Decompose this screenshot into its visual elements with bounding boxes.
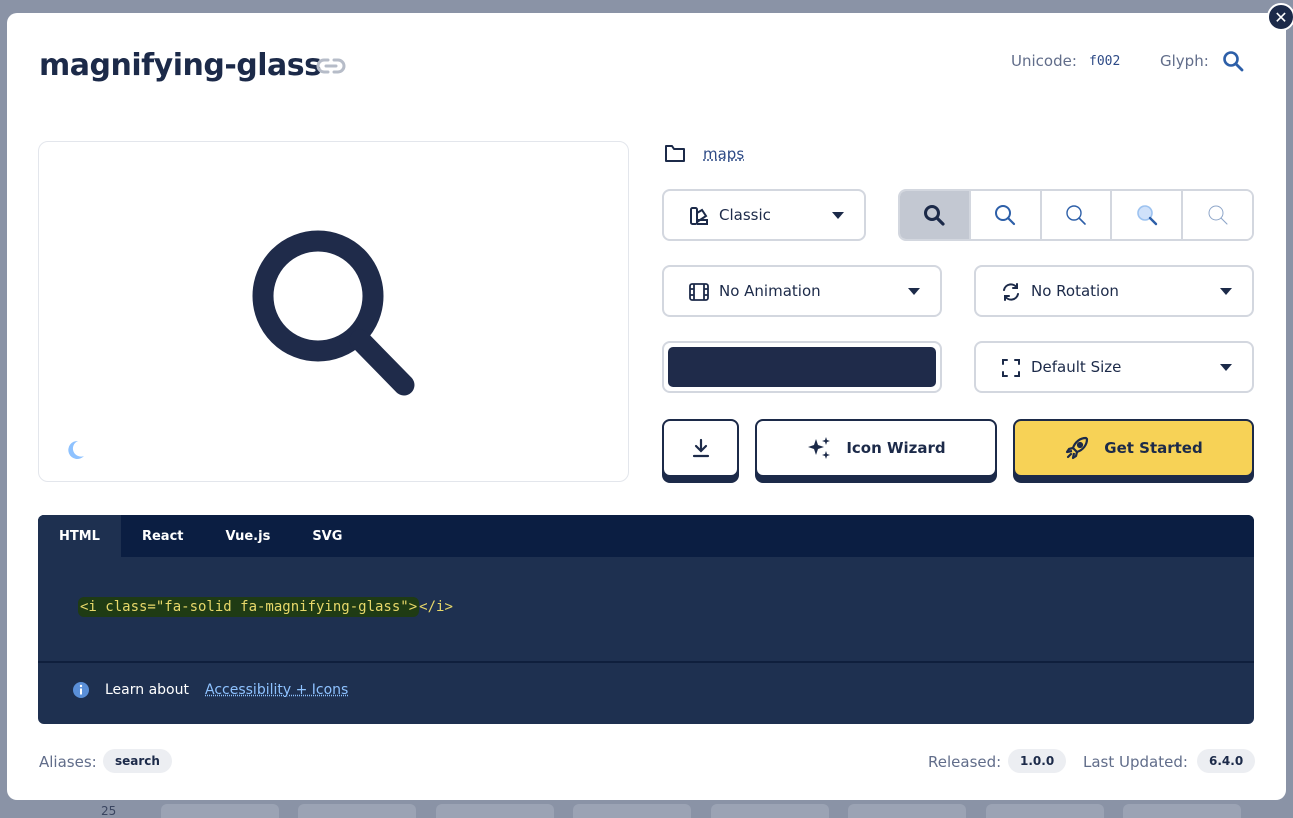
aliases-label: Aliases: <box>39 753 97 771</box>
close-modal-button[interactable]: ✕ <box>1267 3 1293 31</box>
close-icon: ✕ <box>1274 7 1288 27</box>
magnifying-glass-thin-icon <box>1208 205 1228 225</box>
magnifying-glass-duotone-icon <box>1136 205 1157 226</box>
magnifying-glass-preview-icon <box>252 228 422 398</box>
download-button[interactable] <box>662 419 739 477</box>
tab-svg[interactable]: SVG <box>291 515 363 557</box>
backdrop-tile <box>986 804 1104 818</box>
accessibility-link[interactable]: Accessibility + Icons <box>205 682 348 698</box>
family-select-value: Classic <box>719 206 771 224</box>
sparkles-icon <box>808 437 831 459</box>
unicode-label: Unicode: <box>1011 52 1077 70</box>
code-snippet-close-tag: </i> <box>419 599 453 615</box>
alias-pill[interactable]: search <box>103 749 172 773</box>
tab-html[interactable]: HTML <box>38 515 121 557</box>
code-tabs: HTML React Vue.js SVG <box>38 515 1254 557</box>
backdrop-tile <box>711 804 829 818</box>
backdrop-tile <box>573 804 691 818</box>
link-icon[interactable] <box>316 53 346 79</box>
magnifying-glass-solid-icon <box>924 205 945 226</box>
animation-select-value: No Animation <box>719 282 821 300</box>
rocket-icon <box>1066 436 1089 460</box>
caret-down-icon <box>1220 364 1232 371</box>
get-started-label: Get Started <box>1104 439 1203 457</box>
category-link-maps[interactable]: maps <box>703 145 744 163</box>
tab-react[interactable]: React <box>121 515 205 557</box>
rotation-select-value: No Rotation <box>1031 282 1119 300</box>
icon-wizard-label: Icon Wizard <box>846 439 946 457</box>
backdrop-top <box>0 0 1293 14</box>
tab-vuejs[interactable]: Vue.js <box>205 515 292 557</box>
download-icon <box>692 438 709 458</box>
size-select-value: Default Size <box>1031 358 1122 376</box>
released-version: 1.0.0 <box>1008 749 1067 773</box>
expand-icon <box>1000 357 1022 379</box>
backdrop-tile <box>1123 804 1241 818</box>
style-light-button[interactable] <box>1041 191 1113 239</box>
code-snippet[interactable]: <i class="fa-solid fa-magnifying-glass">… <box>78 597 453 617</box>
color-picker[interactable] <box>662 341 942 393</box>
get-started-button[interactable]: Get Started <box>1013 419 1254 477</box>
code-panel: HTML React Vue.js SVG <i class="fa-solid… <box>38 515 1254 724</box>
caret-down-icon <box>832 212 844 219</box>
animation-select[interactable]: No Animation <box>662 265 942 317</box>
code-divider <box>38 661 1254 663</box>
learn-about-label: Learn about <box>105 682 189 698</box>
style-variant-group <box>898 189 1254 241</box>
magnifying-glass-glyph-icon[interactable] <box>1222 50 1244 72</box>
caret-down-icon <box>908 288 920 295</box>
style-solid-button[interactable] <box>900 191 971 239</box>
info-icon <box>72 681 90 699</box>
backdrop-page-number: 25 <box>101 804 117 818</box>
unicode-value[interactable]: f002 <box>1089 54 1120 69</box>
style-regular-button[interactable] <box>970 191 1042 239</box>
color-swatch <box>668 347 936 387</box>
icon-title: magnifying-glass <box>39 48 322 83</box>
code-snippet-open-tag: <i class="fa-solid fa-magnifying-glass"> <box>78 597 420 617</box>
folder-icon <box>663 142 687 164</box>
moon-icon[interactable] <box>64 439 86 461</box>
style-thin-button[interactable] <box>1183 191 1252 239</box>
family-select[interactable]: Classic <box>662 189 866 241</box>
icon-wizard-button[interactable]: Icon Wizard <box>755 419 997 477</box>
released-label: Released: <box>928 753 1002 771</box>
backdrop-tile <box>436 804 554 818</box>
backdrop-tile <box>161 804 279 818</box>
style-duotone-button[interactable] <box>1112 191 1184 239</box>
swatchbook-icon <box>688 205 710 227</box>
rotation-select[interactable]: No Rotation <box>974 265 1254 317</box>
size-select[interactable]: Default Size <box>974 341 1254 393</box>
glyph-label: Glyph: <box>1160 52 1209 70</box>
icon-detail-modal: magnifying-glass Unicode: f002 Glyph: ma… <box>7 13 1286 800</box>
last-updated-label: Last Updated: <box>1083 753 1188 771</box>
caret-down-icon <box>1220 288 1232 295</box>
backdrop-tile <box>298 804 416 818</box>
icon-preview <box>38 141 629 482</box>
film-icon <box>688 281 710 303</box>
rotate-icon <box>1000 281 1022 303</box>
backdrop-tile <box>848 804 966 818</box>
magnifying-glass-light-icon <box>1066 205 1086 225</box>
last-updated-version: 6.4.0 <box>1197 749 1256 773</box>
magnifying-glass-regular-icon <box>995 205 1016 226</box>
